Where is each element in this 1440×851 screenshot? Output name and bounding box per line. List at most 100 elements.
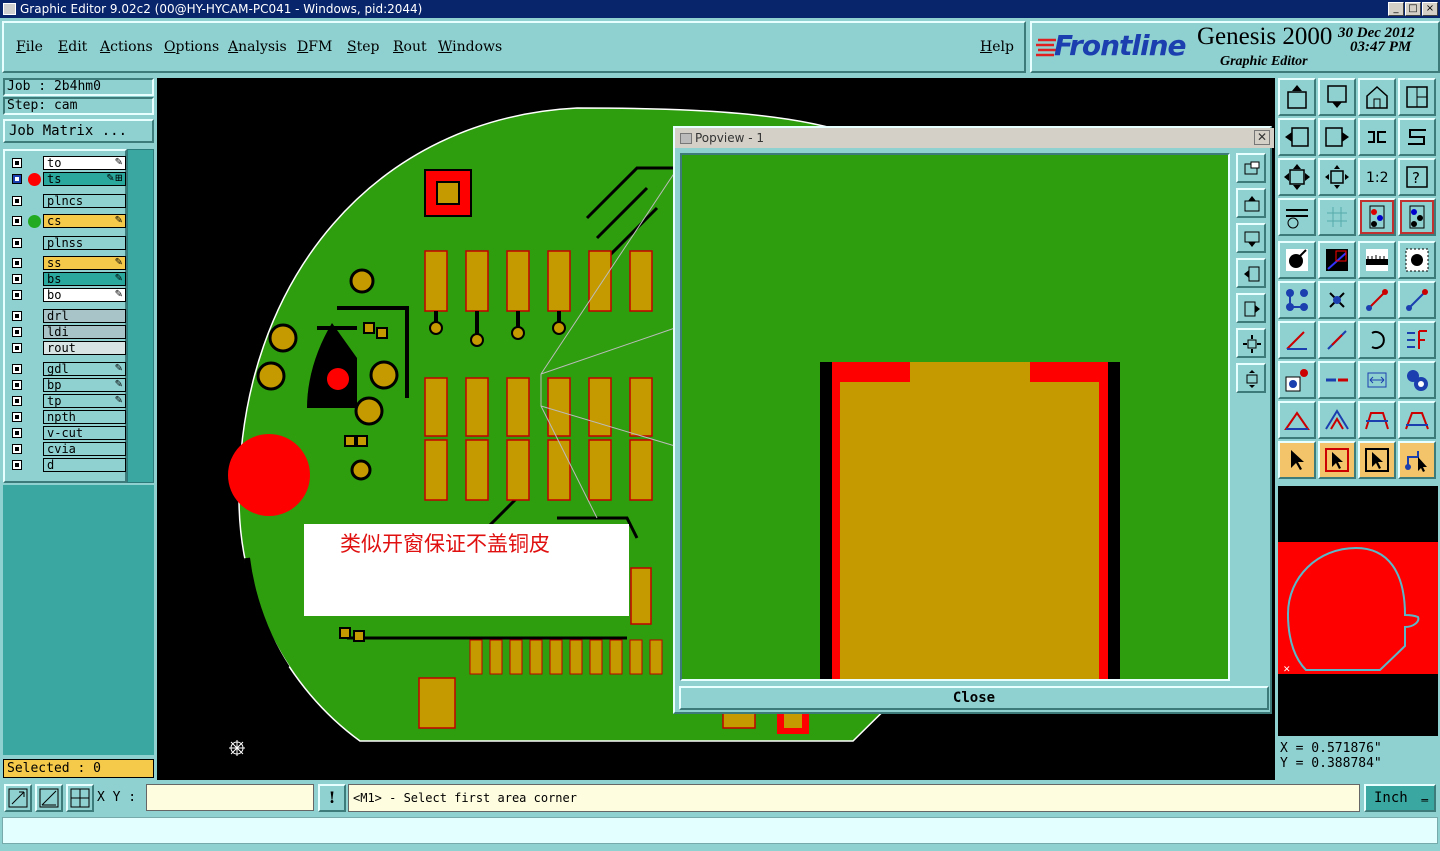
pointer-box-icon[interactable] [1318,441,1356,479]
layer-row-to[interactable]: to ✎ [9,156,126,171]
fit-icon[interactable] [1278,158,1316,196]
layer-row-tp[interactable]: tp ✎ [9,394,126,409]
popview-tool-3[interactable] [1236,223,1266,253]
layer-name[interactable]: rout [43,341,126,355]
ruler-icon[interactable] [1358,241,1396,279]
menu-analysis[interactable]: Analysis [228,39,287,55]
split-line-icon[interactable] [1318,361,1356,399]
net-icon[interactable] [1278,281,1316,319]
layer-checkbox[interactable] [12,396,22,406]
layer-name[interactable]: npth [43,410,126,424]
menu-file[interactable]: File [16,39,43,55]
measure-icon[interactable] [35,784,63,812]
layer-name[interactable]: bs [43,272,126,286]
snap-grid-icon[interactable] [66,784,94,812]
layer-row-gdl[interactable]: gdl ✎ [9,362,126,377]
layer-row-ss[interactable]: ss ✎ [9,256,126,271]
layer-row-drl[interactable]: drl [9,309,126,324]
layer-checkbox[interactable] [12,258,22,268]
slash-icon[interactable] [1318,321,1356,359]
layer-row-ts[interactable]: ts ✎⊞ [9,172,126,187]
menu-rout[interactable]: Rout [393,39,427,55]
settings-icon[interactable] [1278,198,1316,236]
xy-input[interactable] [146,784,314,811]
layer-color-dot[interactable] [28,215,41,228]
zoom-fit-icon[interactable] [1318,158,1356,196]
pointer-icon[interactable] [1278,441,1316,479]
warning-icon[interactable]: ! [318,784,346,812]
angle-icon[interactable] [1278,321,1316,359]
menu-options[interactable]: Options [164,39,219,55]
layer-row-cvia[interactable]: cvia [9,442,126,457]
layer-row-rout[interactable]: rout [9,341,126,356]
popview-canvas[interactable] [680,153,1230,681]
layer-name[interactable]: bp [43,378,126,392]
layer-scrollbar[interactable] [127,149,154,483]
layer-checkbox[interactable] [12,428,22,438]
draw-line-icon[interactable] [1318,241,1356,279]
rotate-view-icon[interactable] [1358,118,1396,156]
layer-row-plncs[interactable]: plncs [9,194,126,209]
delete-node-icon[interactable] [1318,281,1356,319]
zoom-in-icon[interactable] [4,784,32,812]
job-matrix-button[interactable]: Job Matrix ... [3,119,154,143]
popview-close-button[interactable]: Close [679,686,1269,710]
units-selector[interactable]: Inch ═ [1364,784,1436,812]
overview-map[interactable]: ✕ [1278,486,1438,736]
menu-dfm[interactable]: DFM [297,39,332,55]
popview-tool-6[interactable] [1236,328,1266,358]
layer-row-ldi[interactable]: ldi [9,325,126,340]
pan-right-icon[interactable] [1318,118,1356,156]
layer-checkbox[interactable] [12,327,22,337]
arc-icon[interactable] [1358,321,1396,359]
layer-name[interactable]: tp [43,394,126,408]
layer-color-dot[interactable] [28,173,41,186]
layer-name[interactable]: cs [43,214,126,228]
layer-checkbox[interactable] [12,216,22,226]
select-pad-icon[interactable] [1278,241,1316,279]
layer-checkbox[interactable] [12,444,22,454]
pan-left-icon[interactable] [1278,118,1316,156]
route-pointer-icon[interactable] [1398,441,1436,479]
menu-edit[interactable]: Edit [58,39,87,55]
layer-name[interactable]: ss [43,256,126,270]
connect-icon[interactable] [1358,281,1396,319]
pointer-select-icon[interactable] [1358,441,1396,479]
popview-tool-5[interactable] [1236,293,1266,323]
move-pad-icon[interactable] [1278,361,1316,399]
arch-blue-icon[interactable] [1398,401,1436,439]
menu-step[interactable]: Step [347,39,379,55]
help-icon[interactable]: ? [1398,158,1436,196]
layer-checkbox[interactable] [12,311,22,321]
minimize-button[interactable]: _ [1388,2,1404,16]
layer-checkbox[interactable] [12,290,22,300]
scale-1-2-icon[interactable]: 1:2 [1358,158,1396,196]
pad-circle-icon[interactable] [1398,241,1436,279]
grid-icon[interactable] [1318,198,1356,236]
zoom-home-icon[interactable] [1278,78,1316,116]
pan-down-icon[interactable] [1318,78,1356,116]
layer-row-bp[interactable]: bp ✎ [9,378,126,393]
layer-row-d[interactable]: d [9,458,126,473]
layer-checkbox[interactable] [12,174,22,184]
layer-name[interactable]: plnss [43,236,126,250]
layer-name[interactable]: bo [43,288,126,302]
split-view-icon[interactable] [1398,78,1436,116]
layer-name[interactable]: gdl [43,362,126,376]
popview-tool-7[interactable] [1236,363,1266,393]
maximize-button[interactable]: □ [1405,2,1421,16]
layer-row-bo[interactable]: bo ✎ [9,288,126,303]
layer-checkbox[interactable] [12,380,22,390]
home-icon[interactable] [1358,78,1396,116]
layer-name[interactable]: d [43,458,126,472]
dimension-icon[interactable] [1358,361,1396,399]
layer-row-v-cut[interactable]: v-cut [9,426,126,441]
menu-help[interactable]: Help [980,39,1014,55]
layer-checkbox[interactable] [12,158,22,168]
layer-name[interactable]: cvia [43,442,126,456]
layer-name[interactable]: ldi [43,325,126,339]
snap-center-icon[interactable] [1358,198,1396,236]
arch-icon[interactable] [1358,401,1396,439]
swap-icon[interactable] [1398,118,1436,156]
layer-row-bs[interactable]: bs ✎ [9,272,126,287]
